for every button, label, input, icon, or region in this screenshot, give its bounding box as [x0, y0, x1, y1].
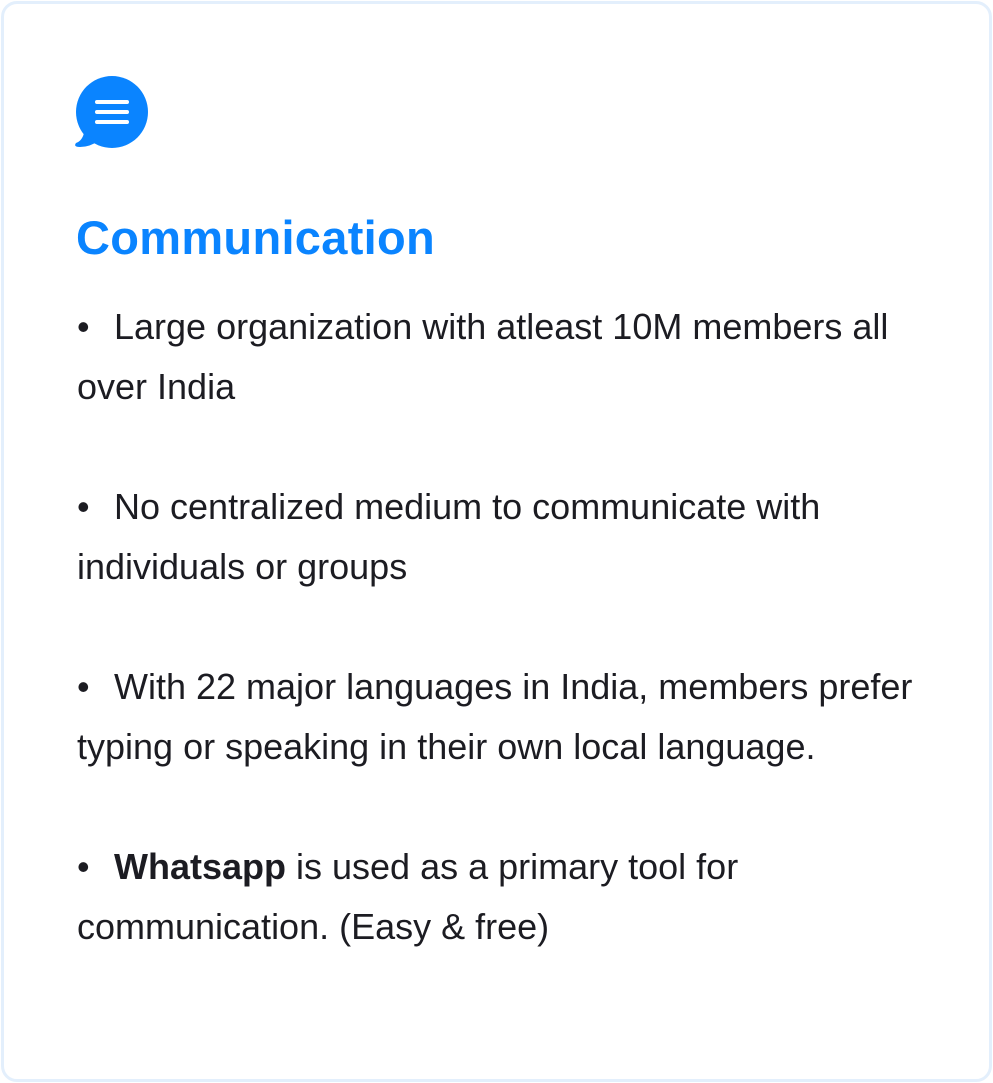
bullet: •: [77, 306, 90, 347]
item-text: With 22 major languages in India, member…: [77, 666, 913, 767]
list-item: • No centralized medium to communicate wi…: [77, 477, 937, 597]
bullet-list: • Large organization with atleast 10M mem…: [77, 297, 937, 1017]
card-title: Communication: [76, 211, 436, 264]
bullet: •: [77, 666, 90, 707]
list-item: • Large organization with atleast 10M mem…: [77, 297, 937, 417]
communication-card: Communication • Large organization with a…: [1, 1, 992, 1082]
list-item: • Whatsapp is used as a primary tool for …: [77, 837, 937, 957]
bullet: •: [77, 486, 90, 527]
item-text: No centralized medium to communicate wit…: [77, 486, 821, 587]
item-bold-text: Whatsapp: [114, 846, 287, 887]
list-item: • With 22 major languages in India, membe…: [77, 657, 937, 777]
bullet: •: [77, 846, 90, 887]
item-text: Large organization with atleast 10M memb…: [77, 306, 889, 407]
chat-bubble-icon: [75, 76, 148, 148]
